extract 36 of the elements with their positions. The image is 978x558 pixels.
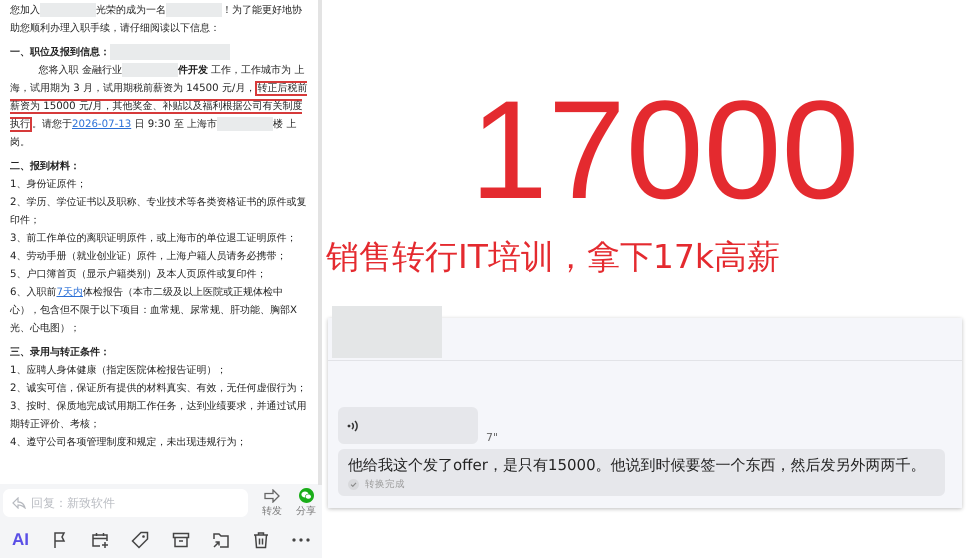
transcript-text: 他给我这个发了offer，是只有15000。他说到时候要签一个东西，然后发另外两两千。 [348, 456, 927, 475]
tag-icon[interactable] [131, 531, 150, 549]
email-paragraph: 4、遵守公司各项管理制度和规定，未出现违规行为； [10, 436, 248, 450]
chat-bubbles-icon [298, 488, 314, 503]
reply-field[interactable]: 回复：新致软件 [3, 489, 248, 517]
sound-wave-icon [347, 418, 359, 432]
email-paragraph: 2、学历、学位证书以及职称、专业技术等各类资格证书的原件或复印件； [10, 196, 308, 228]
headline-subtitle: 销售转行IT培训，拿下17k高薪 [326, 236, 780, 278]
ai-button[interactable]: AI [12, 530, 29, 550]
headline-number: 17000 [470, 80, 860, 220]
check-circle-icon [348, 479, 359, 490]
email-paragraph: 3、按时、保质地完成试用期工作任务，达到业绩要求，并通过试用期转正评价、考核； [10, 400, 308, 432]
email-paragraph: 1、身份证原件； [10, 178, 88, 192]
status-text: 转换完成 [365, 478, 405, 491]
email-paragraph: 5、户口簿首页（显示户籍类别）及本人页原件或复印件； [10, 268, 268, 282]
email-paragraph: 您加入 光荣的成为一名 ！为了能更好地协助您顺利办理入职手续，请仔细阅读以下信息： [10, 2, 303, 36]
email-paragraph: 1、应聘人身体健康（指定医院体检报告证明）； [10, 364, 228, 378]
email-paragraph: 4、劳动手册（就业创业证）原件，上海户籍人员请务必携带； [10, 250, 288, 264]
forward-button[interactable]: 转发 [262, 488, 282, 518]
section-heading: 一、职位及报到信息： [10, 44, 310, 62]
voice-duration: 7" [486, 431, 498, 444]
trash-icon[interactable] [252, 531, 270, 549]
share-button[interactable]: 分享 [296, 488, 316, 518]
arrow-right-icon [264, 488, 280, 502]
more-icon[interactable] [292, 538, 310, 542]
archive-box-icon[interactable] [172, 531, 190, 549]
folder-arrow-icon[interactable] [212, 531, 230, 549]
email-paragraph: 3、前工作单位的离职证明原件，或上海市的单位退工证明原件； [10, 232, 298, 246]
date-link[interactable]: 2026-07-13 [72, 119, 132, 130]
section-heading: 二、报到材料： [10, 160, 81, 174]
email-paragraph: 2、诚实可信，保证所有提供的材料真实、有效，无任何虚假行为； [10, 382, 308, 396]
section-heading: 三、录用与转正条件： [10, 346, 111, 360]
calendar-plus-icon[interactable] [91, 531, 110, 549]
date-link[interactable]: 7天内 [56, 287, 83, 298]
reply-icon [12, 497, 26, 509]
email-paragraph: 6、入职前7天内体检报告（本市二级及以上医院或正规体检中心），包含但不限于以下项目：血常规、尿常规、肝功能、胸部X光、心电图）； [10, 286, 298, 336]
